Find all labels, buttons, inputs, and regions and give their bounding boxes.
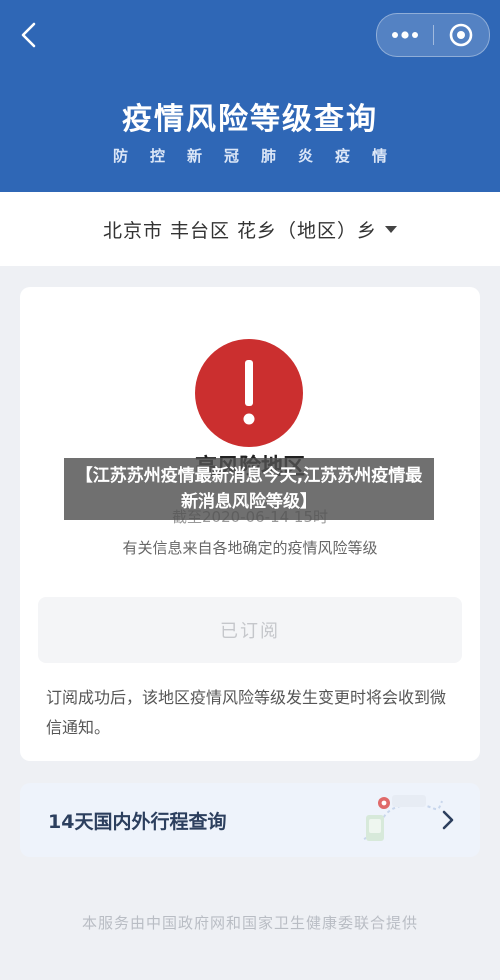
more-button[interactable] (377, 14, 433, 56)
page-subtitle: 防控新冠肺炎疫情 (112, 147, 409, 165)
source-note: 有关信息来自各地确定的疫情风险等级 (122, 539, 378, 557)
trip-query-card[interactable]: 14天国内外行程查询 (20, 783, 480, 857)
header: 疫情风险等级查询 防控新冠肺炎疫情 (0, 0, 500, 192)
subscribe-notice: 订阅成功后，该地区疫情风险等级发生变更时将会收到微信通知。 (46, 688, 447, 737)
trip-query-label: 14天国内外行程查询 (48, 811, 227, 833)
chevron-left-icon (21, 22, 36, 48)
alert-badge (195, 339, 303, 447)
chevron-right-icon (442, 810, 454, 830)
map-route-icon (363, 795, 443, 841)
subscribe-button[interactable]: 已订阅 (38, 597, 462, 663)
caret-down-icon (385, 225, 398, 233)
more-dots-icon (391, 31, 418, 39)
location-selector[interactable]: 北京市 丰台区 花乡（地区）乡 (0, 192, 500, 266)
page-title: 疫情风险等级查询 (122, 102, 378, 137)
target-circle-icon (449, 23, 473, 47)
footer-note: 本服务由中国政府网和国家卫生健康委联合提供 (81, 914, 418, 932)
risk-card: 高风险地区 截至2020-06-14 15时 有关信息来自各地确定的疫情风险等级… (20, 287, 480, 761)
exclamation-icon (243, 360, 255, 425)
location-label: 北京市 丰台区 花乡（地区）乡 (102, 219, 378, 242)
headline-overlay: 【江苏苏州疫情最新消息今天,江苏苏州疫情最新消息风险等级】 (64, 458, 434, 520)
close-button[interactable] (433, 14, 489, 56)
back-button[interactable] (14, 20, 44, 50)
mini-program-capsule (376, 13, 490, 57)
